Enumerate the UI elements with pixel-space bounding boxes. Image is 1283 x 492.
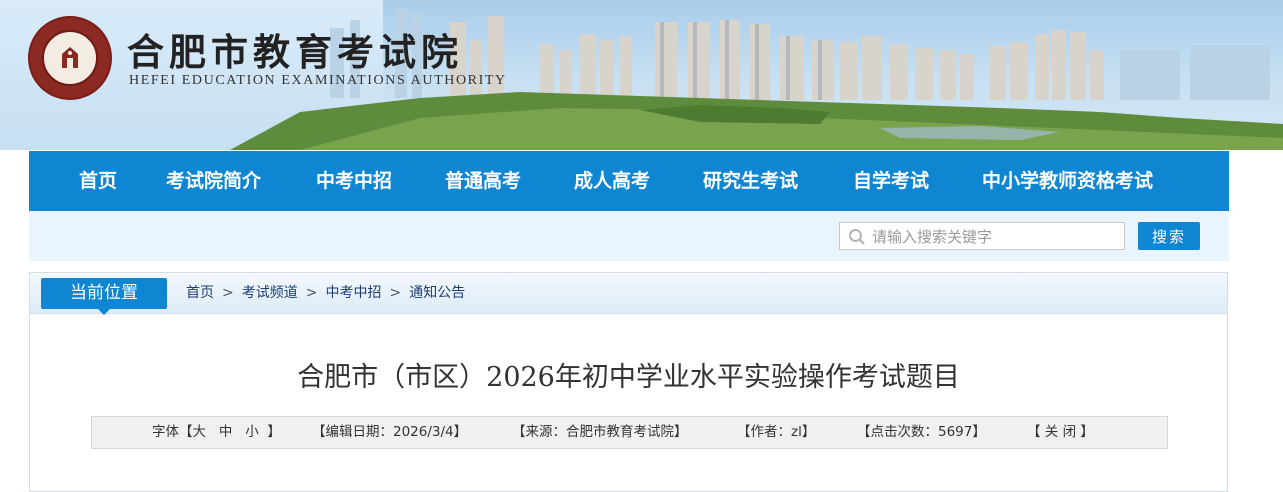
breadcrumb-notices[interactable]: 通知公告: [409, 285, 465, 301]
font-size-label: 字体【: [152, 424, 193, 440]
header-banner: 合肥市教育考试院 HEFEI EDUCATION EXAMINATIONS AU…: [0, 0, 1283, 150]
close-button[interactable]: 【 关 闭 】: [1027, 417, 1094, 448]
breadcrumb: 当前位置 首页 > 考试频道 > 中考中招 > 通知公告: [30, 273, 1227, 315]
school-emblem-icon: [28, 16, 112, 100]
site-title: 合肥市教育考试院: [127, 30, 463, 74]
nav-item-self-study-exam[interactable]: 自学考试: [853, 151, 929, 211]
breadcrumb-home[interactable]: 首页: [186, 285, 214, 301]
article-source: 【来源：合肥市教育考试院】: [512, 424, 688, 440]
search-icon: [849, 229, 865, 245]
font-size-bracket: 】: [267, 424, 281, 440]
edit-date: 【编辑日期：2026/3/4】: [312, 424, 468, 440]
font-large-button[interactable]: 大: [193, 424, 207, 440]
article-author: 【作者：zl】: [737, 424, 816, 440]
nav-item-gaokao[interactable]: 普通高考: [445, 151, 521, 211]
search-input[interactable]: [870, 225, 1124, 249]
search-button[interactable]: 搜索: [1138, 222, 1200, 250]
breadcrumb-exam-channel[interactable]: 考试频道: [242, 285, 298, 301]
main-nav: 首页 考试院简介 中考中招 普通高考 成人高考 研究生考试 自学考试 中小学教师…: [29, 151, 1229, 211]
breadcrumb-separator: >: [305, 285, 318, 301]
article-panel: 当前位置 首页 > 考试频道 > 中考中招 > 通知公告 合肥市（市区）2026年初中学业水…: [29, 272, 1228, 492]
breadcrumb-separator: >: [389, 285, 402, 301]
site-subtitle: HEFEI EDUCATION EXAMINATIONS AUTHORITY: [129, 73, 507, 88]
article-title: 合肥市（市区）2026年初中学业水平实验操作考试题目: [297, 362, 960, 393]
search-box: [839, 222, 1125, 250]
breadcrumb-trail: 首页 > 考试频道 > 中考中招 > 通知公告: [186, 273, 465, 313]
nav-item-adult-exam[interactable]: 成人高考: [574, 151, 650, 211]
click-count: 【点击次数：5697】: [857, 424, 986, 440]
font-medium-button[interactable]: 中: [219, 424, 233, 440]
current-location-tab: 当前位置: [41, 278, 167, 315]
article-meta-bar: 字体【大 中 小 】 【编辑日期：2026/3/4】 【来源：合肥市教育考试院】…: [91, 416, 1168, 449]
breadcrumb-zhongkao[interactable]: 中考中招: [325, 285, 381, 301]
nav-item-teacher-cert[interactable]: 中小学教师资格考试: [982, 151, 1153, 211]
font-small-button[interactable]: 小: [245, 424, 259, 440]
nav-item-zhongkao[interactable]: 中考中招: [316, 151, 392, 211]
nav-item-home[interactable]: 首页: [79, 151, 117, 211]
breadcrumb-separator: >: [222, 285, 234, 301]
search-bar: 搜索: [29, 211, 1229, 261]
font-size-controls: 字体【大 中 小 】: [152, 417, 281, 448]
nav-item-about[interactable]: 考试院简介: [166, 151, 261, 211]
nav-item-graduate-exam[interactable]: 研究生考试: [703, 151, 798, 211]
